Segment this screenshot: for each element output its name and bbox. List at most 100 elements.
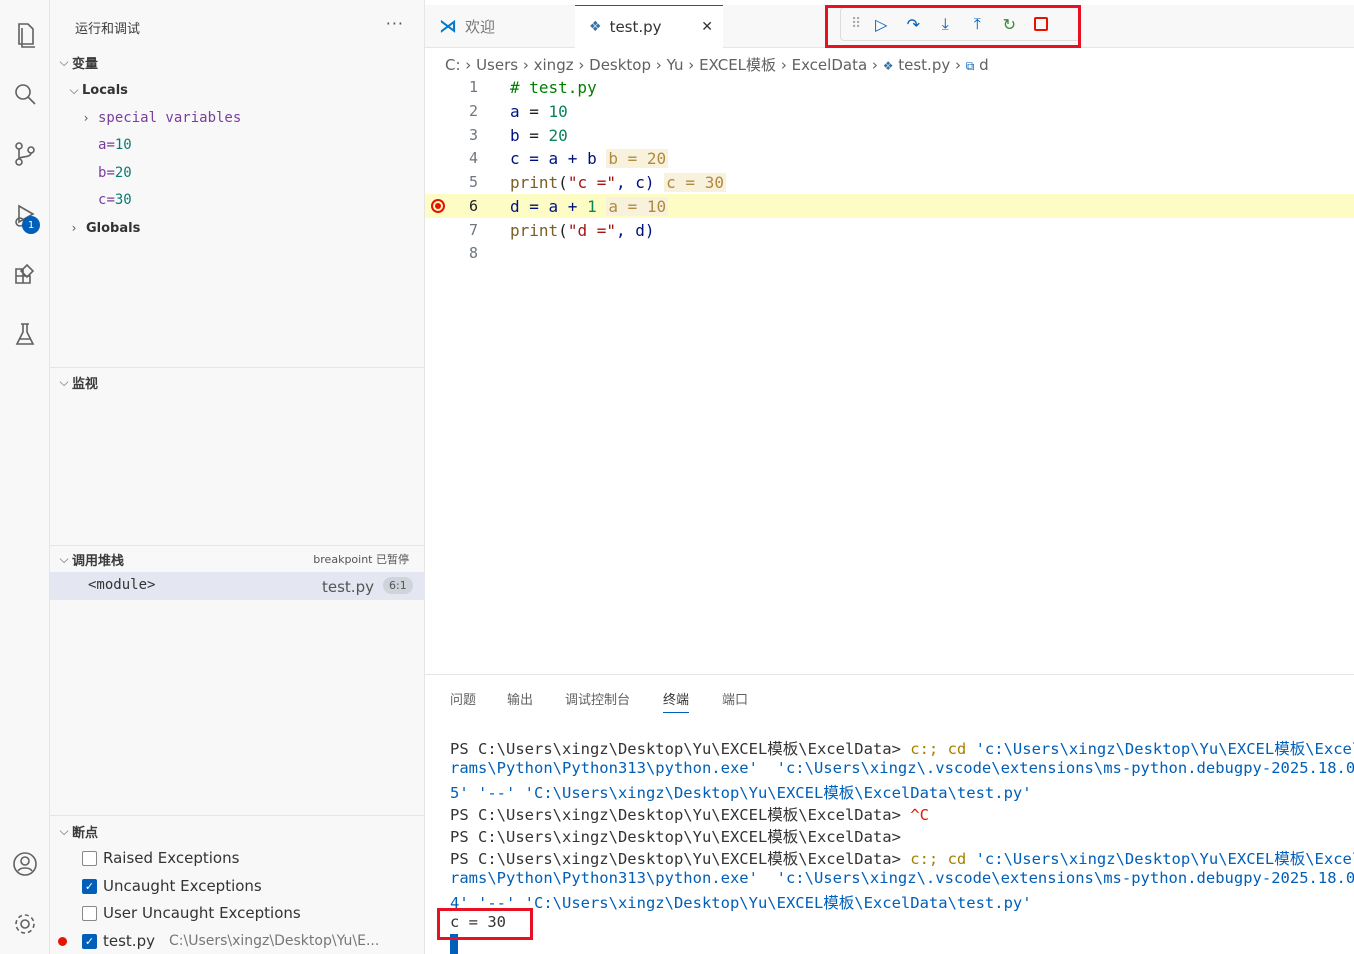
line-number: 2: [468, 102, 478, 120]
variables-section-header[interactable]: ⌵ 变量: [50, 50, 425, 74]
current-line[interactable]: 6 d = a + 1 a = 10: [425, 194, 1354, 218]
terminal-line: 5' '--' 'C:\Users\xingz\Desktop\Yu\EXCEL…: [450, 784, 1032, 802]
search-icon[interactable]: [0, 70, 50, 118]
tab-welcome[interactable]: ⋊ 欢迎: [425, 5, 575, 48]
stack-frame-row[interactable]: <module> test.py 6:1: [50, 572, 425, 600]
terminal-line: 4' '--' 'C:\Users\xingz\Desktop\Yu\EXCEL…: [450, 894, 1032, 912]
chevron-down-icon: ⌵: [59, 54, 69, 69]
code-line[interactable]: 7 print("d =", d): [425, 218, 1354, 242]
code-line[interactable]: 3 b = 20: [425, 123, 1354, 147]
breadcrumb-item[interactable]: d: [979, 56, 989, 74]
terminal-line: rams\Python\Python313\python.exe' 'c:\Us…: [450, 869, 1354, 887]
special-variables-node[interactable]: › special variables: [78, 106, 241, 130]
variable-name: b: [98, 165, 107, 181]
chevron-down-icon: ⌵: [69, 82, 79, 97]
variable-symbol-icon: ⧉: [965, 59, 975, 73]
breadcrumb-item[interactable]: Users: [476, 56, 518, 74]
breakpoint-label: Uncaught Exceptions: [103, 877, 262, 895]
code-line[interactable]: 8: [425, 241, 1354, 265]
locals-scope[interactable]: ⌵ Locals: [66, 78, 128, 102]
line-number: 3: [468, 126, 478, 144]
tab-debug-console[interactable]: 调试控制台: [565, 689, 630, 708]
code-line[interactable]: 5 print("c =", c) c = 30: [425, 170, 1354, 194]
checkbox-checked[interactable]: ✓: [82, 933, 97, 949]
globals-scope[interactable]: › Globals: [66, 216, 141, 240]
vscode-logo-icon: ⋊: [439, 16, 457, 37]
breakpoint-file-entry[interactable]: ✓ test.py C:\Users\xingz\Desktop\Yu\E...…: [58, 929, 457, 953]
explorer-icon[interactable]: [0, 10, 50, 58]
code-text: "d =": [567, 220, 616, 240]
variables-label: 变量: [72, 56, 99, 72]
breadcrumb-item[interactable]: Desktop: [589, 56, 651, 74]
breadcrumb-item[interactable]: EXCEL模板: [699, 56, 776, 74]
terminal-line: rams\Python\Python313\python.exe' 'c:\Us…: [450, 759, 1354, 777]
close-tab-icon[interactable]: ✕: [701, 19, 713, 35]
bottom-panel: 问题 输出 调试控制台 终端 端口 PS C:\Users\xingz\Desk…: [425, 674, 1354, 954]
call-stack-section-header[interactable]: ⌵ 调用堆栈 breakpoint 已暂停: [50, 547, 425, 571]
code-text: 1: [587, 196, 597, 216]
run-debug-icon[interactable]: [0, 192, 50, 240]
activity-bar: 1: [0, 0, 50, 954]
code-text: "c =": [567, 172, 616, 192]
variable-row[interactable]: a = 10: [98, 133, 132, 157]
code-text: (: [558, 220, 568, 240]
line-number: 8: [468, 244, 478, 262]
special-variables-label: special variables: [98, 110, 242, 126]
breadcrumb-item[interactable]: C:: [445, 56, 461, 74]
tab-test-py[interactable]: ❖ test.py ✕: [575, 5, 723, 48]
frame-position-badge: 6:1: [383, 577, 413, 594]
breakpoint-arrow-icon[interactable]: [431, 199, 445, 213]
inline-value: c = 30: [664, 172, 726, 192]
code-text: , c): [615, 172, 655, 192]
frame-file: test.py: [322, 578, 374, 596]
call-stack-label: 调用堆栈: [72, 553, 125, 569]
code-text: 20: [548, 125, 568, 145]
variable-row[interactable]: b = 20: [98, 161, 132, 185]
line-number: 4: [468, 149, 478, 167]
tab-output[interactable]: 输出: [507, 689, 533, 708]
line-number: 7: [468, 221, 478, 239]
terminal-line: PS C:\Users\xingz\Desktop\Yu\EXCEL模板\Exc…: [450, 828, 901, 846]
breakpoint-user-uncaught-exceptions[interactable]: User Uncaught Exceptions: [82, 901, 301, 925]
code-line[interactable]: 1 # test.py: [425, 75, 1354, 99]
tab-terminal[interactable]: 终端: [663, 689, 690, 713]
debug-badge: 1: [22, 216, 40, 234]
breakpoint-file: test.py: [103, 932, 155, 950]
checkbox-checked[interactable]: ✓: [82, 878, 97, 894]
breadcrumb-item[interactable]: xingz: [534, 56, 574, 74]
checkbox[interactable]: [82, 850, 97, 866]
more-actions-button[interactable]: ···: [386, 14, 404, 33]
code-line[interactable]: 2 a = 10: [425, 99, 1354, 123]
globals-label: Globals: [86, 220, 141, 236]
extensions-icon[interactable]: [0, 250, 50, 298]
locals-label: Locals: [82, 82, 128, 98]
line-number: 1: [468, 78, 478, 96]
account-icon[interactable]: [0, 840, 50, 888]
breadcrumb-item[interactable]: ExcelData: [792, 56, 868, 74]
annotation-box: [825, 5, 1081, 48]
settings-gear-icon[interactable]: [0, 900, 50, 948]
checkbox[interactable]: [82, 905, 97, 921]
watch-label: 监视: [72, 376, 99, 392]
breadcrumb-item[interactable]: test.py: [898, 56, 950, 74]
testing-icon[interactable]: [0, 310, 50, 358]
breakpoint-raised-exceptions[interactable]: Raised Exceptions: [82, 846, 239, 870]
terminal-line: PS C:\Users\xingz\Desktop\Yu\EXCEL模板\Exc…: [450, 740, 1354, 758]
source-control-icon[interactable]: [0, 130, 50, 178]
breadcrumb-item[interactable]: Yu: [667, 56, 684, 74]
breakpoints-section-header[interactable]: ⌵ 断点: [50, 819, 425, 843]
divider: [50, 815, 425, 816]
line-number: 5: [468, 173, 478, 191]
variable-name: a: [98, 137, 107, 153]
pause-status: breakpoint 已暂停: [313, 553, 409, 566]
breakpoint-label: User Uncaught Exceptions: [103, 904, 301, 922]
code-line[interactable]: 4 c = a + b b = 20: [425, 146, 1354, 170]
variable-row[interactable]: c = 30: [98, 188, 132, 212]
watch-section-header[interactable]: ⌵ 监视: [50, 370, 425, 394]
frame-name: <module>: [88, 577, 156, 593]
breakpoint-uncaught-exceptions[interactable]: ✓ Uncaught Exceptions: [82, 874, 262, 898]
tab-ports[interactable]: 端口: [722, 689, 748, 708]
code-text: print: [510, 172, 559, 192]
variable-value: 20: [114, 165, 132, 181]
tab-problems[interactable]: 问题: [450, 689, 476, 708]
